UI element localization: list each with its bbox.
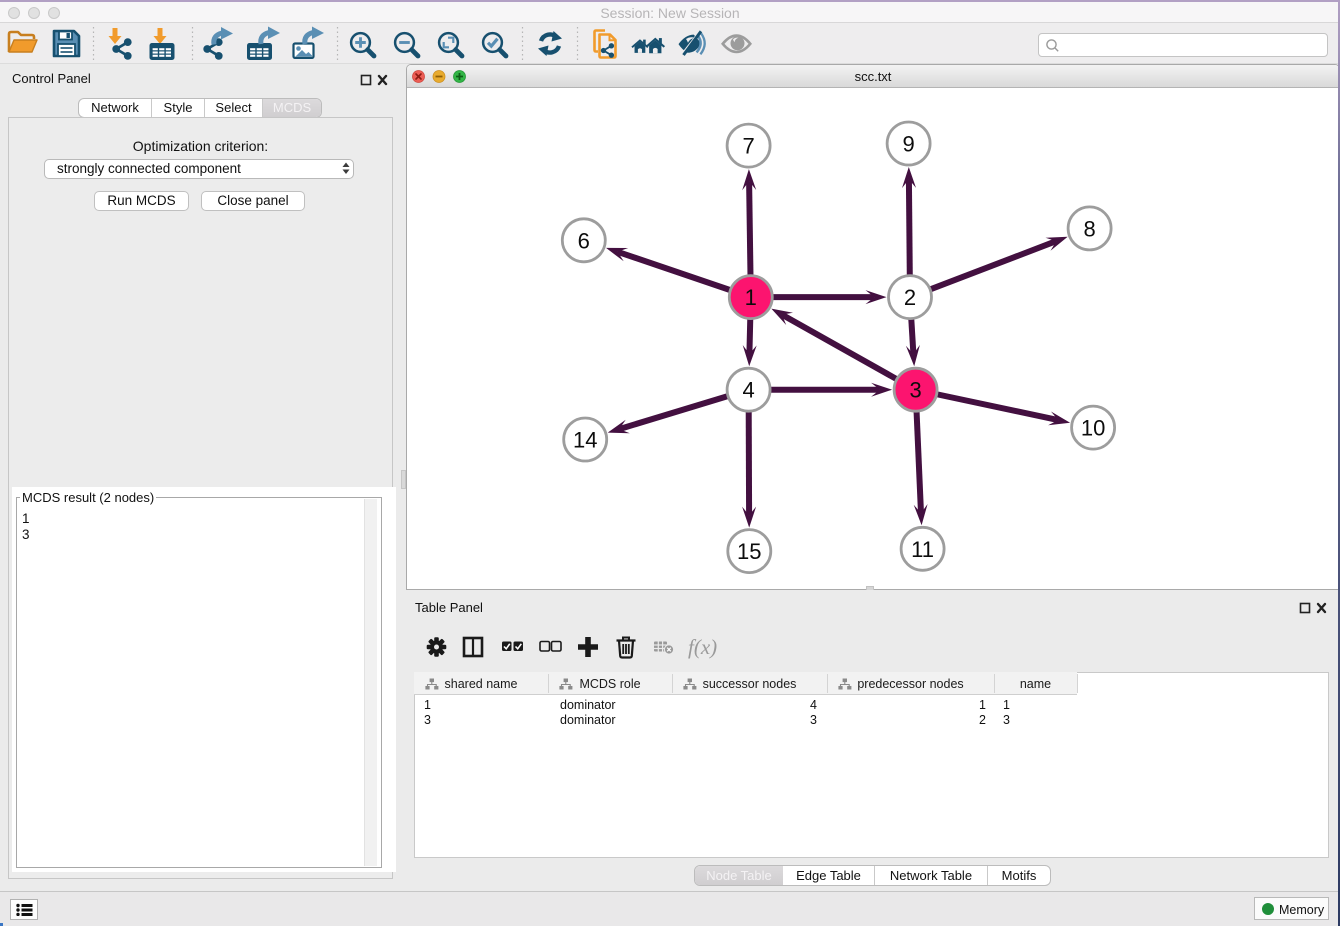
svg-text:14: 14 (573, 428, 597, 453)
svg-text:6: 6 (578, 228, 590, 253)
svg-text:3: 3 (909, 378, 921, 403)
svg-text:15: 15 (737, 539, 761, 564)
svg-text:f(x): f(x) (688, 635, 717, 659)
svg-text:8: 8 (1083, 216, 1095, 241)
svg-text:4: 4 (742, 378, 754, 403)
svg-text:1: 1 (745, 285, 757, 310)
svg-text:2: 2 (904, 285, 916, 310)
svg-text:11: 11 (911, 537, 934, 562)
svg-text:9: 9 (902, 132, 914, 157)
svg-text:7: 7 (742, 134, 754, 159)
svg-text:10: 10 (1081, 416, 1105, 441)
